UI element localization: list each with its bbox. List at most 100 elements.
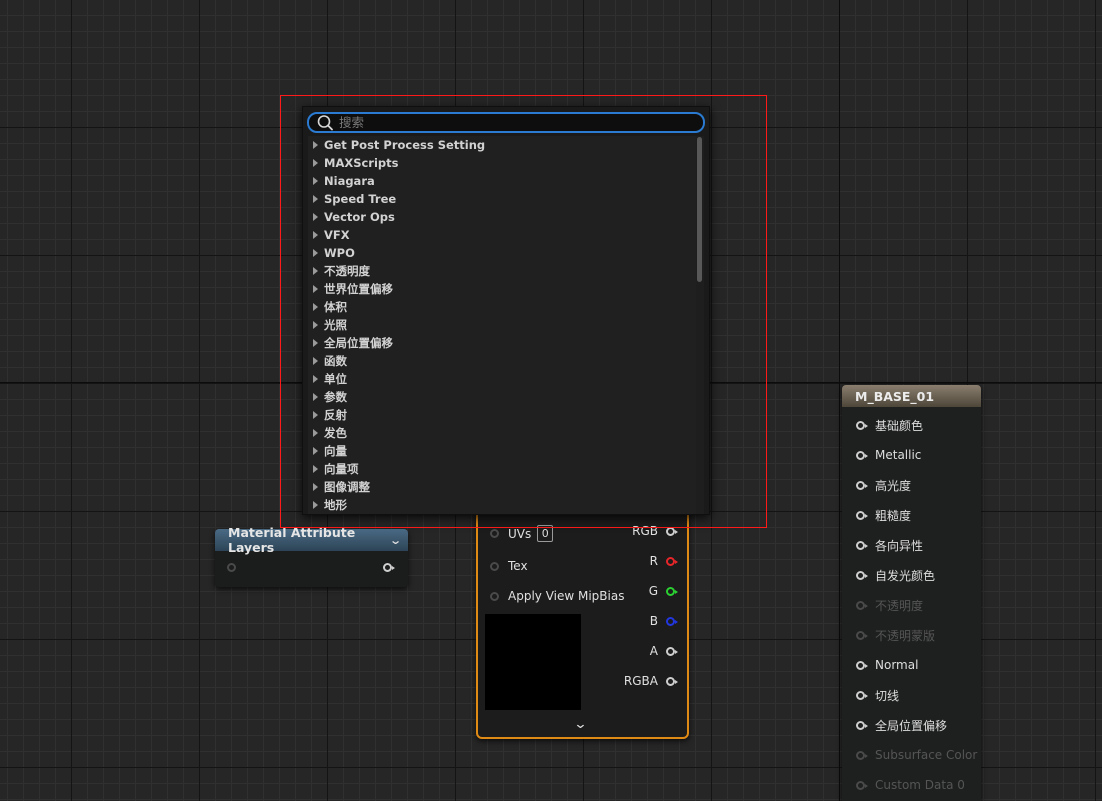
category-label: MAXScripts: [324, 156, 399, 170]
category-item[interactable]: 向量项: [308, 460, 696, 478]
tex-pin[interactable]: [490, 561, 499, 571]
material-input-pin[interactable]: Subsurface Color: [856, 747, 977, 763]
expand-arrow-icon[interactable]: [313, 303, 318, 311]
expand-arrow-icon[interactable]: [313, 393, 318, 401]
expand-arrow-icon[interactable]: [313, 159, 318, 167]
mipbias-input[interactable]: Apply View MipBias: [490, 589, 624, 603]
expand-arrow-icon[interactable]: [313, 411, 318, 419]
material-input-pin[interactable]: 切线: [856, 687, 899, 703]
category-item[interactable]: Speed Tree: [308, 190, 696, 208]
category-item[interactable]: 函数: [308, 352, 696, 370]
pin-connector[interactable]: [856, 660, 868, 670]
expand-arrow-icon[interactable]: [313, 321, 318, 329]
b-output[interactable]: B: [650, 614, 678, 628]
category-item[interactable]: 单位: [308, 370, 696, 388]
a-output[interactable]: A: [650, 644, 678, 658]
category-item[interactable]: 图像调整: [308, 478, 696, 496]
expand-arrow-icon[interactable]: [313, 447, 318, 455]
uvs-pin[interactable]: [490, 529, 499, 538]
material-input-pin[interactable]: 基础颜色: [856, 417, 923, 433]
g-pin[interactable]: [666, 586, 678, 596]
pin-connector[interactable]: [856, 540, 868, 550]
expand-arrow-icon[interactable]: [313, 339, 318, 347]
category-item[interactable]: VFX: [308, 226, 696, 244]
scrollbar[interactable]: [696, 136, 704, 514]
scrollbar-thumb[interactable]: [697, 137, 702, 282]
expand-arrow-icon[interactable]: [313, 429, 318, 437]
r-pin[interactable]: [666, 556, 678, 566]
category-item[interactable]: Vector Ops: [308, 208, 696, 226]
material-input-pin[interactable]: 自发光颜色: [856, 567, 935, 583]
pin-connector[interactable]: [856, 420, 868, 430]
expand-arrow-icon[interactable]: [313, 195, 318, 203]
category-item[interactable]: 参数: [308, 388, 696, 406]
material-input-pin[interactable]: Custom Data 0: [856, 777, 965, 793]
category-item[interactable]: MAXScripts: [308, 154, 696, 172]
material-input-pin[interactable]: 不透明度: [856, 597, 923, 613]
pin-connector[interactable]: [856, 570, 868, 580]
pin-connector[interactable]: [856, 510, 868, 520]
category-item[interactable]: 地形: [308, 496, 696, 514]
a-pin[interactable]: [666, 646, 678, 656]
expand-arrow-icon[interactable]: [313, 249, 318, 257]
category-item[interactable]: 世界位置偏移: [308, 280, 696, 298]
pin-connector[interactable]: [856, 630, 868, 640]
pin-connector[interactable]: [856, 690, 868, 700]
category-item[interactable]: Niagara: [308, 172, 696, 190]
category-item[interactable]: 光照: [308, 316, 696, 334]
category-item[interactable]: 不透明度: [308, 262, 696, 280]
expand-arrow-icon[interactable]: [313, 231, 318, 239]
expand-arrow-icon[interactable]: [313, 375, 318, 383]
b-pin[interactable]: [666, 616, 678, 626]
pin-connector[interactable]: [856, 450, 868, 460]
category-item[interactable]: 体积: [308, 298, 696, 316]
search-input[interactable]: [339, 115, 679, 130]
node-palette-menu[interactable]: Get Post Process Setting MAXScripts Niagar…: [302, 106, 710, 515]
material-attribute-layers-node[interactable]: Material Attribute Layers ⌄: [215, 525, 408, 587]
expand-arrow-icon[interactable]: [313, 213, 318, 221]
mipbias-pin[interactable]: [490, 591, 499, 601]
pin-connector[interactable]: [856, 750, 868, 760]
pin-connector[interactable]: [856, 480, 868, 490]
category-item[interactable]: 发色: [308, 424, 696, 442]
g-output[interactable]: G: [649, 584, 678, 598]
pin-connector[interactable]: [856, 600, 868, 610]
category-item[interactable]: 向量: [308, 442, 696, 460]
expand-arrow-icon[interactable]: [313, 141, 318, 149]
expand-arrow-icon[interactable]: [313, 501, 318, 509]
expand-arrow-icon[interactable]: [313, 483, 318, 491]
material-input-pin[interactable]: 粗糙度: [856, 507, 911, 523]
material-input-pin[interactable]: Metallic: [856, 447, 921, 463]
node-header[interactable]: Material Attribute Layers ⌄: [215, 525, 408, 555]
material-input-pin[interactable]: 高光度: [856, 477, 911, 493]
pin-connector[interactable]: [856, 720, 868, 730]
category-item[interactable]: Get Post Process Setting: [308, 136, 696, 154]
r-output[interactable]: R: [650, 554, 678, 568]
expand-arrow-icon[interactable]: [313, 465, 318, 473]
material-input-pin[interactable]: 不透明蒙版: [856, 627, 935, 643]
expand-arrow-icon[interactable]: [313, 267, 318, 275]
tex-input[interactable]: Tex: [490, 559, 528, 573]
input-pin[interactable]: [227, 563, 236, 572]
search-box[interactable]: [307, 112, 705, 133]
rgba-output[interactable]: RGBA: [624, 674, 678, 688]
chevron-down-icon[interactable]: ⌄: [573, 717, 587, 732]
expand-arrow-icon[interactable]: [313, 357, 318, 365]
category-item[interactable]: 全局位置偏移: [308, 334, 696, 352]
graph-canvas[interactable]: Material Attribute Layers ⌄ UVs 0 Tex Ap…: [0, 0, 1102, 801]
material-input-pin[interactable]: 全局位置偏移: [856, 717, 947, 733]
expand-arrow-icon[interactable]: [313, 285, 318, 293]
expand-arrow-icon[interactable]: [313, 177, 318, 185]
node-header[interactable]: M_BASE_01: [842, 385, 981, 407]
rgba-pin[interactable]: [666, 676, 678, 686]
texture-sample-node[interactable]: UVs 0 Tex Apply View MipBias RGB R G B A…: [476, 505, 689, 739]
material-input-pin[interactable]: Normal: [856, 657, 918, 673]
chevron-down-icon[interactable]: ⌄: [389, 534, 402, 547]
output-pin[interactable]: [383, 563, 395, 572]
category-item[interactable]: 反射: [308, 406, 696, 424]
material-result-node[interactable]: M_BASE_01 基础颜色 Metallic 高光度粗糙度各向异性自发光颜色不透明…: [842, 385, 981, 801]
category-list[interactable]: Get Post Process Setting MAXScripts Niagar…: [308, 136, 696, 514]
pin-connector[interactable]: [856, 780, 868, 790]
category-item[interactable]: WPO: [308, 244, 696, 262]
material-input-pin[interactable]: 各向异性: [856, 537, 923, 553]
